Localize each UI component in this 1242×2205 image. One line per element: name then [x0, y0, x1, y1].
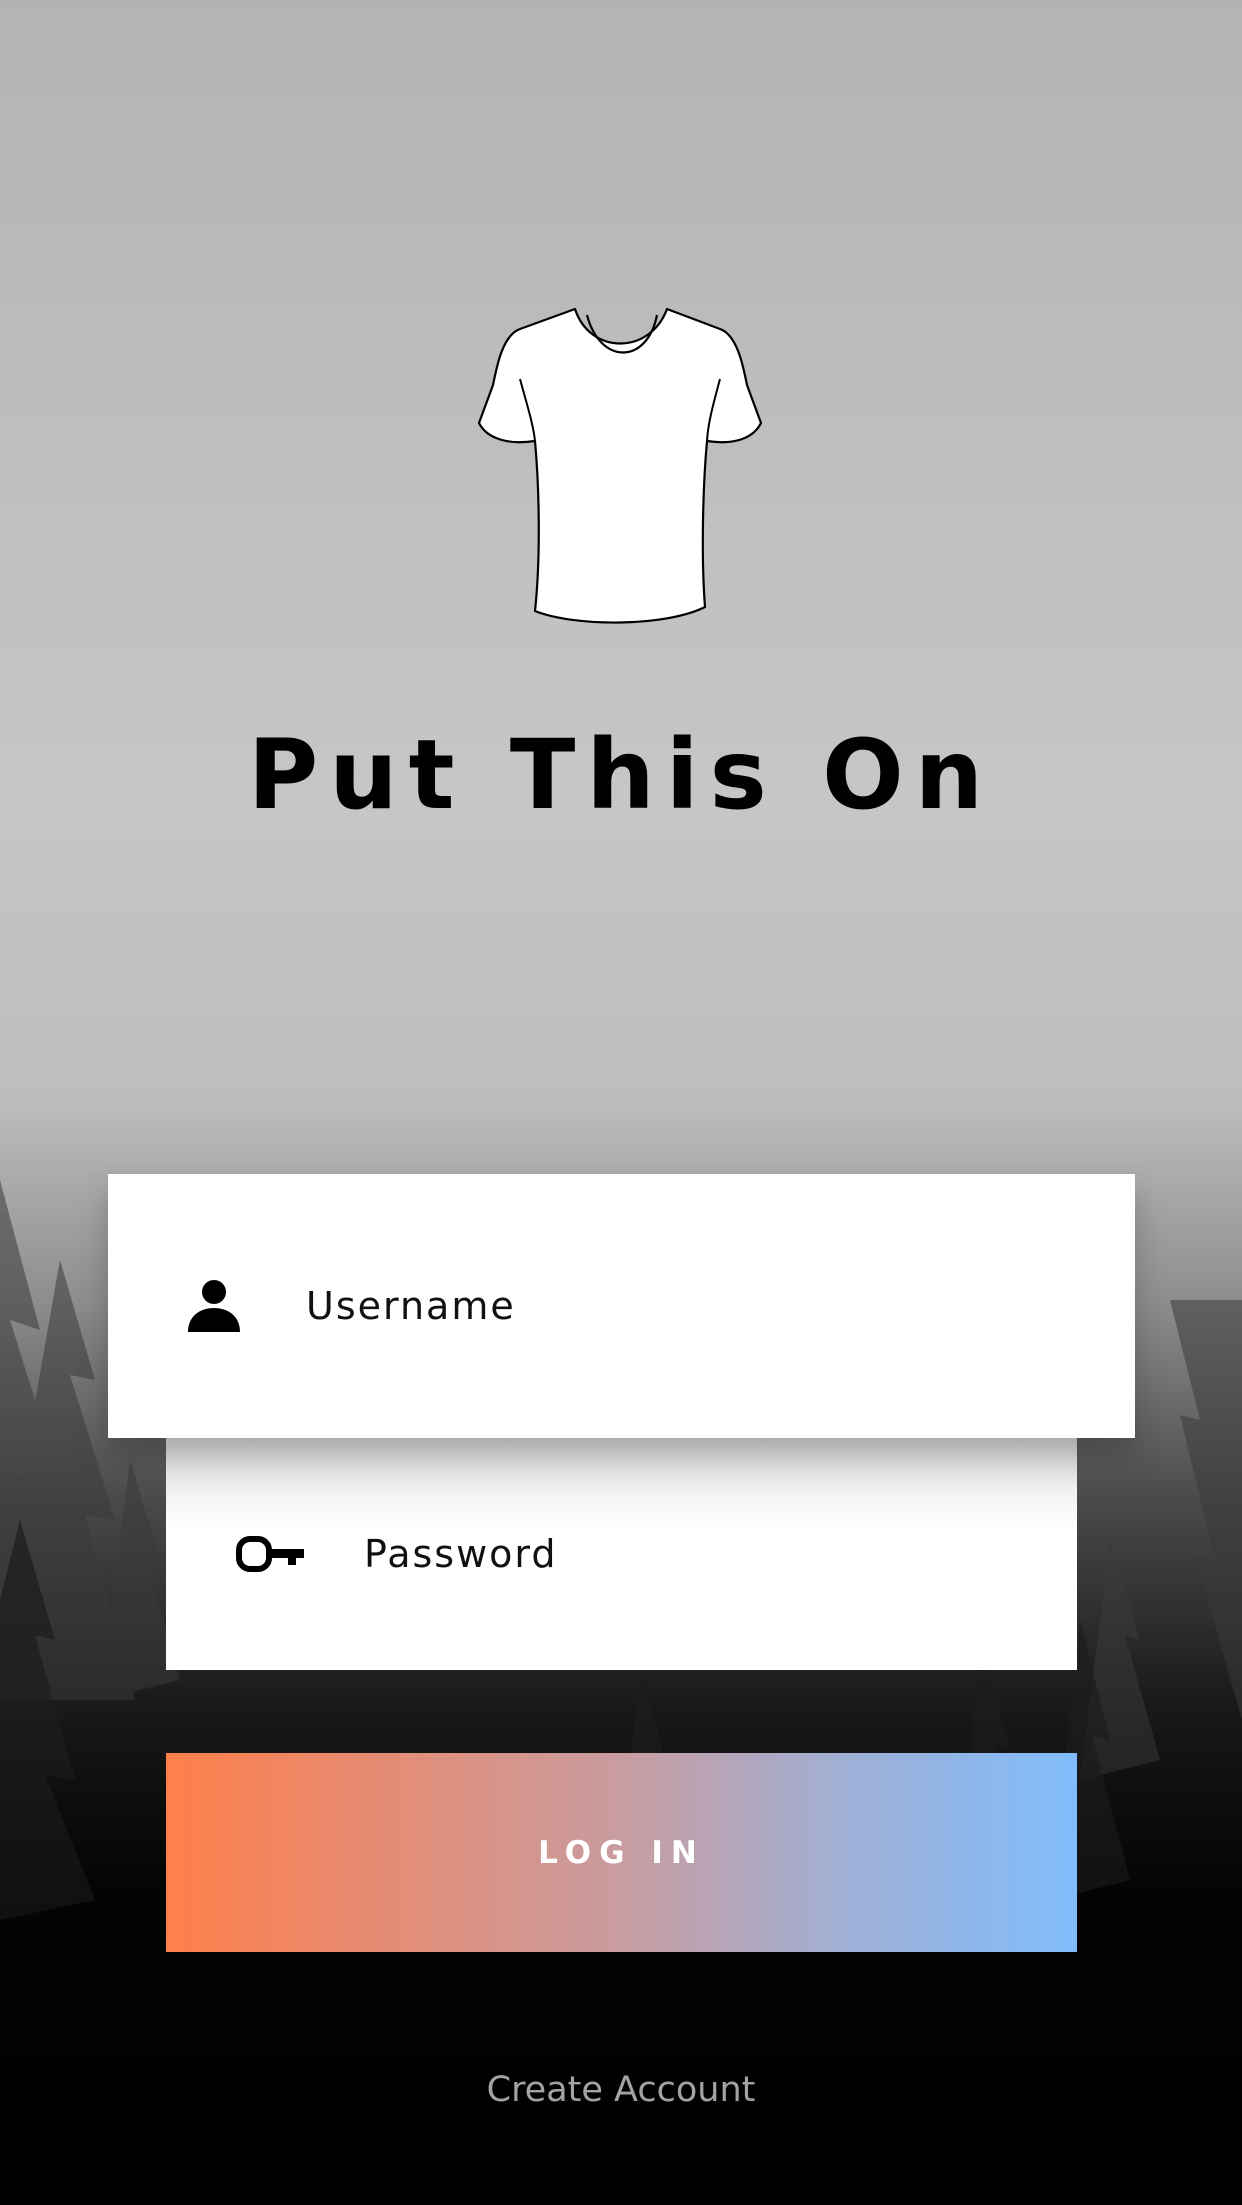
user-icon [188, 1280, 240, 1332]
key-icon [236, 1536, 304, 1572]
username-field[interactable] [108, 1174, 1135, 1438]
create-account-link[interactable]: Create Account [0, 2060, 1242, 2120]
login-button[interactable]: LOG IN [166, 1753, 1077, 1952]
app-title: Put This On [247, 719, 995, 831]
password-input[interactable] [364, 1524, 1044, 1584]
username-input[interactable] [306, 1276, 1086, 1336]
password-field[interactable] [166, 1438, 1077, 1670]
t-shirt-icon [477, 307, 763, 624]
